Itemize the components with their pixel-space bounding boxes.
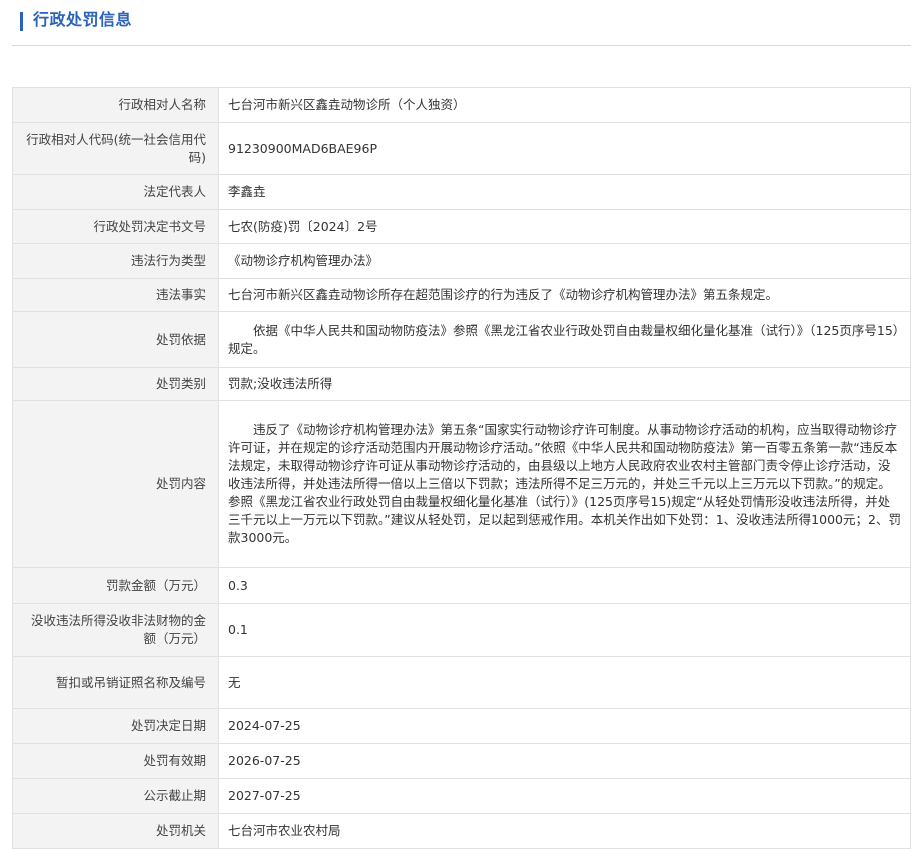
label-penalty-authority: 处罚机关 [12,813,219,849]
value-license-revocation: 无 [218,656,911,709]
value-decision-number: 七农(防疫)罚〔2024〕2号 [218,209,911,244]
label-publicity-deadline: 公示截止期 [12,778,219,814]
label-credit-code: 行政相对人代码(统一社会信用代码) [12,122,219,175]
label-violation-facts: 违法事实 [12,278,219,312]
row-penalty-category: 处罚类别 罚款;没收违法所得 [12,367,911,401]
value-credit-code: 91230900MAD6BAE96P [218,122,911,175]
label-license-revocation: 暂扣或吊销证照名称及编号 [12,656,219,709]
label-fine-amount: 罚款金额（万元） [12,567,219,604]
value-penalty-basis: 依据《中华人民共和国动物防疫法》参照《黑龙江省农业行政处罚自由裁量权细化量化基准… [218,311,911,368]
row-decision-number: 行政处罚决定书文号 七农(防疫)罚〔2024〕2号 [12,209,911,244]
label-penalty-basis: 处罚依据 [12,311,219,368]
value-penalty-authority: 七台河市农业农村局 [218,813,911,849]
row-publicity-deadline: 公示截止期 2027-07-25 [12,778,911,814]
value-violation-type: 《动物诊疗机构管理办法》 [218,243,911,279]
row-penalty-authority: 处罚机关 七台河市农业农村局 [12,813,911,849]
label-party-name: 行政相对人名称 [12,87,219,123]
penalty-info-table: 行政相对人名称 七台河市新兴区鑫垚动物诊所（个人独资） 行政相对人代码(统一社会… [12,87,911,849]
row-violation-type: 违法行为类型 《动物诊疗机构管理办法》 [12,243,911,279]
value-publicity-deadline: 2027-07-25 [218,778,911,814]
row-legal-rep: 法定代表人 李鑫垚 [12,174,911,210]
row-credit-code: 行政相对人代码(统一社会信用代码) 91230900MAD6BAE96P [12,122,911,175]
row-valid-until: 处罚有效期 2026-07-25 [12,743,911,779]
section-header: 行政处罚信息 [0,0,923,48]
label-penalty-content: 处罚内容 [12,400,219,568]
title-accent-bar [20,12,23,31]
label-violation-type: 违法行为类型 [12,243,219,279]
value-party-name: 七台河市新兴区鑫垚动物诊所（个人独资） [218,87,911,123]
value-valid-until: 2026-07-25 [218,743,911,779]
title-divider [12,45,911,46]
value-decision-date: 2024-07-25 [218,708,911,744]
row-penalty-basis: 处罚依据 依据《中华人民共和国动物防疫法》参照《黑龙江省农业行政处罚自由裁量权细… [12,311,911,368]
value-legal-rep: 李鑫垚 [218,174,911,210]
value-violation-facts: 七台河市新兴区鑫垚动物诊所存在超范围诊疗的行为违反了《动物诊疗机构管理办法》第五… [218,278,911,312]
label-confiscation-amount: 没收违法所得没收非法财物的金额（万元） [12,603,219,657]
row-confiscation-amount: 没收违法所得没收非法财物的金额（万元） 0.1 [12,603,911,657]
row-fine-amount: 罚款金额（万元） 0.3 [12,567,911,604]
value-confiscation-amount: 0.1 [218,603,911,657]
row-party-name: 行政相对人名称 七台河市新兴区鑫垚动物诊所（个人独资） [12,87,911,123]
label-decision-date: 处罚决定日期 [12,708,219,744]
row-license-revocation: 暂扣或吊销证照名称及编号 无 [12,656,911,709]
row-penalty-content: 处罚内容 违反了《动物诊疗机构管理办法》第五条“国家实行动物诊疗许可制度。从事动… [12,400,911,568]
value-penalty-content: 违反了《动物诊疗机构管理办法》第五条“国家实行动物诊疗许可制度。从事动物诊疗活动… [218,400,911,568]
label-decision-number: 行政处罚决定书文号 [12,209,219,244]
section-title: 行政处罚信息 [33,10,133,29]
label-legal-rep: 法定代表人 [12,174,219,210]
row-decision-date: 处罚决定日期 2024-07-25 [12,708,911,744]
value-penalty-category: 罚款;没收违法所得 [218,367,911,401]
label-valid-until: 处罚有效期 [12,743,219,779]
label-penalty-category: 处罚类别 [12,367,219,401]
value-fine-amount: 0.3 [218,567,911,604]
row-violation-facts: 违法事实 七台河市新兴区鑫垚动物诊所存在超范围诊疗的行为违反了《动物诊疗机构管理… [12,278,911,312]
